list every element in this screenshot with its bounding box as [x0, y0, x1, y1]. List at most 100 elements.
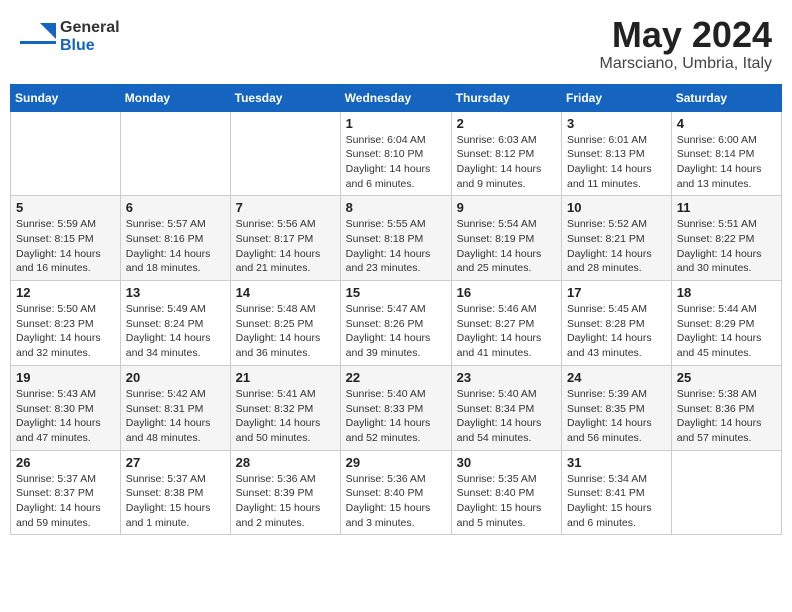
month-year-title: May 2024: [600, 15, 773, 55]
day-info: Sunrise: 5:43 AMSunset: 8:30 PMDaylight:…: [16, 387, 115, 446]
logo-general-text: General: [60, 19, 120, 37]
day-info: Sunrise: 5:55 AMSunset: 8:18 PMDaylight:…: [346, 217, 446, 276]
day-info: Sunrise: 5:39 AMSunset: 8:35 PMDaylight:…: [567, 387, 666, 446]
calendar-week-row: 5 Sunrise: 5:59 AMSunset: 8:15 PMDayligh…: [11, 196, 782, 281]
day-info: Sunrise: 5:57 AMSunset: 8:16 PMDaylight:…: [126, 217, 225, 276]
day-info: Sunrise: 5:37 AMSunset: 8:37 PMDaylight:…: [16, 472, 115, 531]
day-info: Sunrise: 5:56 AMSunset: 8:17 PMDaylight:…: [236, 217, 335, 276]
day-number: 30: [457, 455, 556, 470]
calendar-day-cell: [230, 111, 340, 196]
calendar-day-cell: 28 Sunrise: 5:36 AMSunset: 8:39 PMDaylig…: [230, 450, 340, 535]
calendar-day-cell: 16 Sunrise: 5:46 AMSunset: 8:27 PMDaylig…: [451, 281, 561, 366]
day-number: 26: [16, 455, 115, 470]
day-number: 12: [16, 285, 115, 300]
day-number: 10: [567, 200, 666, 215]
day-info: Sunrise: 5:34 AMSunset: 8:41 PMDaylight:…: [567, 472, 666, 531]
day-number: 8: [346, 200, 446, 215]
day-number: 28: [236, 455, 335, 470]
day-info: Sunrise: 5:42 AMSunset: 8:31 PMDaylight:…: [126, 387, 225, 446]
calendar-day-cell: 2 Sunrise: 6:03 AMSunset: 8:12 PMDayligh…: [451, 111, 561, 196]
days-header-row: Sunday Monday Tuesday Wednesday Thursday…: [11, 84, 782, 111]
calendar-day-cell: 19 Sunrise: 5:43 AMSunset: 8:30 PMDaylig…: [11, 365, 121, 450]
day-number: 25: [677, 370, 776, 385]
calendar-day-cell: 29 Sunrise: 5:36 AMSunset: 8:40 PMDaylig…: [340, 450, 451, 535]
day-number: 11: [677, 200, 776, 215]
day-number: 31: [567, 455, 666, 470]
day-info: Sunrise: 5:59 AMSunset: 8:15 PMDaylight:…: [16, 217, 115, 276]
calendar-day-cell: 23 Sunrise: 5:40 AMSunset: 8:34 PMDaylig…: [451, 365, 561, 450]
calendar-day-cell: 6 Sunrise: 5:57 AMSunset: 8:16 PMDayligh…: [120, 196, 230, 281]
logo: General Blue: [20, 15, 120, 55]
calendar-day-cell: 22 Sunrise: 5:40 AMSunset: 8:33 PMDaylig…: [340, 365, 451, 450]
day-number: 9: [457, 200, 556, 215]
calendar-table: Sunday Monday Tuesday Wednesday Thursday…: [10, 84, 782, 536]
calendar-day-cell: 12 Sunrise: 5:50 AMSunset: 8:23 PMDaylig…: [11, 281, 121, 366]
day-number: 24: [567, 370, 666, 385]
calendar-day-cell: 5 Sunrise: 5:59 AMSunset: 8:15 PMDayligh…: [11, 196, 121, 281]
day-number: 29: [346, 455, 446, 470]
calendar-day-cell: 17 Sunrise: 5:45 AMSunset: 8:28 PMDaylig…: [562, 281, 672, 366]
day-info: Sunrise: 5:40 AMSunset: 8:34 PMDaylight:…: [457, 387, 556, 446]
day-info: Sunrise: 5:37 AMSunset: 8:38 PMDaylight:…: [126, 472, 225, 531]
header-friday: Friday: [562, 84, 672, 111]
day-number: 23: [457, 370, 556, 385]
calendar-day-cell: 20 Sunrise: 5:42 AMSunset: 8:31 PMDaylig…: [120, 365, 230, 450]
calendar-week-row: 19 Sunrise: 5:43 AMSunset: 8:30 PMDaylig…: [11, 365, 782, 450]
calendar-day-cell: 15 Sunrise: 5:47 AMSunset: 8:26 PMDaylig…: [340, 281, 451, 366]
logo-container: General Blue: [20, 19, 120, 55]
title-block: May 2024 Marsciano, Umbria, Italy: [600, 15, 773, 73]
day-number: 2: [457, 116, 556, 131]
day-info: Sunrise: 5:51 AMSunset: 8:22 PMDaylight:…: [677, 217, 776, 276]
day-number: 16: [457, 285, 556, 300]
day-number: 1: [346, 116, 446, 131]
day-number: 19: [16, 370, 115, 385]
calendar-day-cell: 18 Sunrise: 5:44 AMSunset: 8:29 PMDaylig…: [671, 281, 781, 366]
day-number: 15: [346, 285, 446, 300]
day-info: Sunrise: 5:47 AMSunset: 8:26 PMDaylight:…: [346, 302, 446, 361]
day-info: Sunrise: 5:38 AMSunset: 8:36 PMDaylight:…: [677, 387, 776, 446]
calendar-week-row: 12 Sunrise: 5:50 AMSunset: 8:23 PMDaylig…: [11, 281, 782, 366]
calendar-day-cell: [671, 450, 781, 535]
calendar-day-cell: 1 Sunrise: 6:04 AMSunset: 8:10 PMDayligh…: [340, 111, 451, 196]
logo-blue-text: Blue: [60, 37, 120, 55]
calendar-day-cell: 25 Sunrise: 5:38 AMSunset: 8:36 PMDaylig…: [671, 365, 781, 450]
calendar-day-cell: [120, 111, 230, 196]
day-info: Sunrise: 6:00 AMSunset: 8:14 PMDaylight:…: [677, 133, 776, 192]
day-info: Sunrise: 5:44 AMSunset: 8:29 PMDaylight:…: [677, 302, 776, 361]
day-info: Sunrise: 5:52 AMSunset: 8:21 PMDaylight:…: [567, 217, 666, 276]
day-number: 21: [236, 370, 335, 385]
day-info: Sunrise: 5:54 AMSunset: 8:19 PMDaylight:…: [457, 217, 556, 276]
logo-text-block: General Blue: [60, 19, 120, 54]
calendar-day-cell: 30 Sunrise: 5:35 AMSunset: 8:40 PMDaylig…: [451, 450, 561, 535]
calendar-day-cell: 10 Sunrise: 5:52 AMSunset: 8:21 PMDaylig…: [562, 196, 672, 281]
day-info: Sunrise: 6:01 AMSunset: 8:13 PMDaylight:…: [567, 133, 666, 192]
day-info: Sunrise: 5:36 AMSunset: 8:39 PMDaylight:…: [236, 472, 335, 531]
day-number: 6: [126, 200, 225, 215]
header-wednesday: Wednesday: [340, 84, 451, 111]
day-info: Sunrise: 5:45 AMSunset: 8:28 PMDaylight:…: [567, 302, 666, 361]
calendar-day-cell: 14 Sunrise: 5:48 AMSunset: 8:25 PMDaylig…: [230, 281, 340, 366]
day-info: Sunrise: 6:04 AMSunset: 8:10 PMDaylight:…: [346, 133, 446, 192]
day-number: 20: [126, 370, 225, 385]
header-thursday: Thursday: [451, 84, 561, 111]
calendar-day-cell: 9 Sunrise: 5:54 AMSunset: 8:19 PMDayligh…: [451, 196, 561, 281]
day-number: 13: [126, 285, 225, 300]
calendar-week-row: 26 Sunrise: 5:37 AMSunset: 8:37 PMDaylig…: [11, 450, 782, 535]
calendar-day-cell: [11, 111, 121, 196]
day-info: Sunrise: 5:41 AMSunset: 8:32 PMDaylight:…: [236, 387, 335, 446]
day-number: 4: [677, 116, 776, 131]
day-number: 5: [16, 200, 115, 215]
day-info: Sunrise: 5:35 AMSunset: 8:40 PMDaylight:…: [457, 472, 556, 531]
header-saturday: Saturday: [671, 84, 781, 111]
day-info: Sunrise: 5:40 AMSunset: 8:33 PMDaylight:…: [346, 387, 446, 446]
calendar-day-cell: 24 Sunrise: 5:39 AMSunset: 8:35 PMDaylig…: [562, 365, 672, 450]
header-tuesday: Tuesday: [230, 84, 340, 111]
calendar-day-cell: 31 Sunrise: 5:34 AMSunset: 8:41 PMDaylig…: [562, 450, 672, 535]
day-info: Sunrise: 5:50 AMSunset: 8:23 PMDaylight:…: [16, 302, 115, 361]
page-header: General Blue May 2024 Marsciano, Umbria,…: [10, 10, 782, 78]
calendar-day-cell: 27 Sunrise: 5:37 AMSunset: 8:38 PMDaylig…: [120, 450, 230, 535]
logo-svg: [20, 19, 56, 55]
day-number: 22: [346, 370, 446, 385]
day-info: Sunrise: 6:03 AMSunset: 8:12 PMDaylight:…: [457, 133, 556, 192]
day-number: 27: [126, 455, 225, 470]
